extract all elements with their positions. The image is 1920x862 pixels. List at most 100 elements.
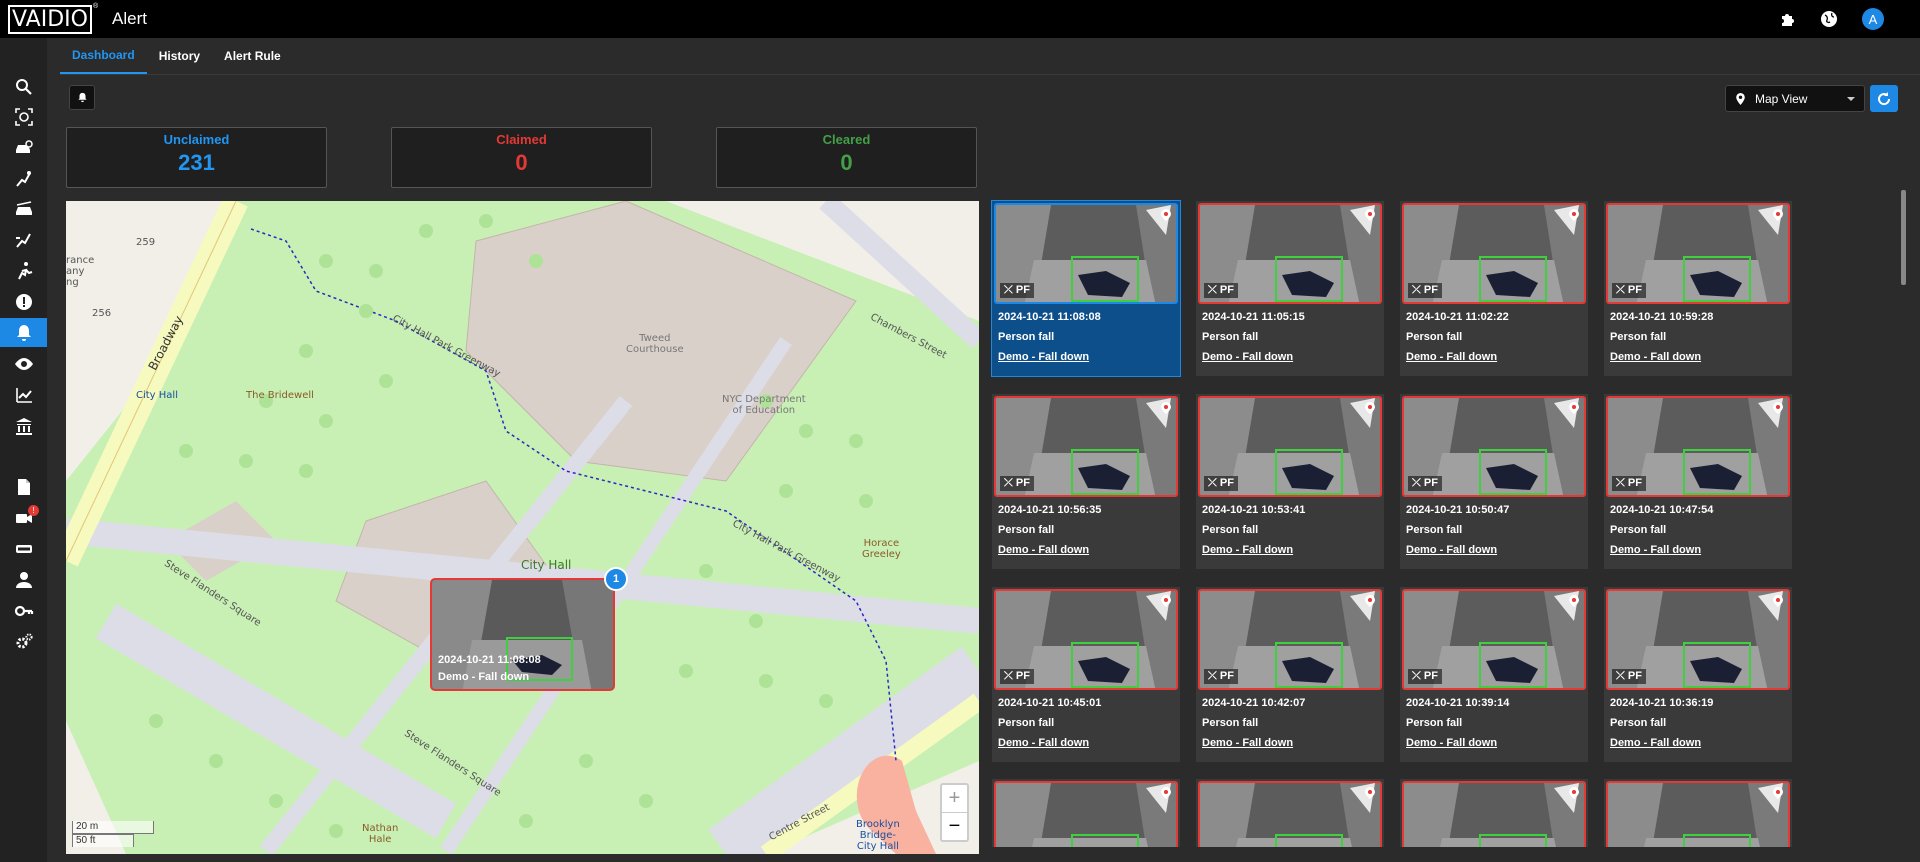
alert-timestamp: 2024-10-21 10:36:19 xyxy=(1610,697,1714,709)
sidebar-item-bank[interactable] xyxy=(0,411,47,440)
alert-tag: ⤫ PF xyxy=(1612,669,1646,684)
alert-thumbnail[interactable]: ⤫ PF xyxy=(1198,396,1382,497)
alert-thumbnail[interactable]: ⤫ PF xyxy=(994,396,1178,497)
fall-icon: ⤫ xyxy=(1616,284,1628,296)
zoom-out-button[interactable]: − xyxy=(942,812,967,839)
bell-icon xyxy=(16,324,31,341)
alert-card[interactable]: ⤫ PF 2024-10-21 11:02:22 Person fall Demo -… xyxy=(1400,201,1588,376)
vaidio-logo[interactable]: VAIDIO xyxy=(8,5,92,34)
alert-thumbnail[interactable]: ⤫ PF xyxy=(1402,589,1586,690)
registered-mark: ® xyxy=(93,3,99,10)
alert-thumbnail[interactable]: ⤫ PF xyxy=(1198,589,1382,690)
alert-card[interactable]: ⤫ PF 2024-10-21 10:47:54 Person fall Demo -… xyxy=(1604,394,1792,569)
alert-camera-link[interactable]: Demo - Fall down xyxy=(1610,737,1701,749)
sidebar-item-eye[interactable] xyxy=(0,349,47,378)
sidebar-item-person-motion[interactable] xyxy=(0,225,47,254)
alert-camera-link[interactable]: Demo - Fall down xyxy=(1406,737,1497,749)
alert-thumbnail[interactable]: ⤫ PF xyxy=(994,203,1178,304)
stat-unclaimed[interactable]: Unclaimed 231 xyxy=(66,127,327,188)
alert-card[interactable]: ⤫ PF 2024-10-21 10:36:19 Person fall Demo -… xyxy=(1604,587,1792,762)
alert-camera-link[interactable]: Demo - Fall down xyxy=(998,351,1089,363)
alert-card[interactable] xyxy=(1196,779,1384,847)
location-pin-icon xyxy=(1161,402,1171,414)
alert-card[interactable] xyxy=(1604,779,1792,847)
zoom-in-button[interactable]: + xyxy=(942,785,967,812)
alert-thumbnail[interactable] xyxy=(1198,781,1382,847)
alert-card[interactable] xyxy=(1400,779,1588,847)
alert-camera-link[interactable]: Demo - Fall down xyxy=(1610,544,1701,556)
alert-card[interactable]: ⤫ PF 2024-10-21 10:42:07 Person fall Demo -… xyxy=(1196,587,1384,762)
alert-camera-link[interactable]: Demo - Fall down xyxy=(998,544,1089,556)
alert-camera-link[interactable]: Demo - Fall down xyxy=(1202,351,1293,363)
tab-alert-rule[interactable]: Alert Rule xyxy=(212,38,293,74)
stat-cleared[interactable]: Cleared 0 xyxy=(716,127,977,188)
alert-timestamp: 2024-10-21 11:05:15 xyxy=(1202,311,1305,323)
location-pin-icon xyxy=(1161,209,1171,221)
sidebar-item-document[interactable] xyxy=(0,472,47,501)
grid-scrollbar[interactable] xyxy=(1901,190,1906,285)
alert-card[interactable]: ⤫ PF 2024-10-21 11:05:15 Person fall Demo -… xyxy=(1196,201,1384,376)
tab-history[interactable]: History xyxy=(147,38,212,74)
cluster-count-badge[interactable]: 1 xyxy=(604,567,628,591)
alert-type: Person fall xyxy=(1610,331,1667,343)
alert-thumbnail[interactable]: ⤫ PF xyxy=(1606,396,1790,497)
sidebar-item-bell[interactable] xyxy=(0,318,47,347)
alert-thumbnail[interactable]: ⤫ PF xyxy=(1198,203,1382,304)
alert-type: Person fall xyxy=(1202,717,1259,729)
alert-thumbnail[interactable] xyxy=(1606,781,1790,847)
notification-toggle-button[interactable] xyxy=(69,85,95,110)
alert-camera-link[interactable]: Demo - Fall down xyxy=(1406,351,1497,363)
alert-type: Person fall xyxy=(1610,524,1667,536)
alert-camera-link[interactable]: Demo - Fall down xyxy=(1202,737,1293,749)
refresh-button[interactable] xyxy=(1870,85,1898,112)
alert-thumbnail[interactable]: ⤫ PF xyxy=(1606,203,1790,304)
tab-bar: Dashboard History Alert Rule xyxy=(60,38,293,74)
puzzle-icon[interactable] xyxy=(1778,9,1798,29)
alert-map[interactable]: City Hall Park Greenway City Hall Park G… xyxy=(66,201,979,854)
sidebar-item-camera[interactable]: ! xyxy=(0,503,47,532)
alert-card[interactable]: ⤫ PF 2024-10-21 10:59:28 Person fall Demo -… xyxy=(1604,201,1792,376)
sidebar-item-settings[interactable] xyxy=(0,627,47,656)
sidebar-item-user[interactable] xyxy=(0,565,47,594)
alert-type: Person fall xyxy=(998,524,1055,536)
document-icon xyxy=(17,478,30,495)
alert-camera-link[interactable]: Demo - Fall down xyxy=(1406,544,1497,556)
view-mode-select[interactable]: Map View xyxy=(1725,85,1865,112)
alert-thumbnail[interactable]: ⤫ PF xyxy=(994,589,1178,690)
alert-card[interactable]: ⤫ PF 2024-10-21 10:39:14 Person fall Demo -… xyxy=(1400,587,1588,762)
alert-camera-link[interactable]: Demo - Fall down xyxy=(1610,351,1701,363)
alert-card[interactable] xyxy=(992,779,1180,847)
sidebar-item-person-running[interactable] xyxy=(0,256,47,285)
sidebar-item-car[interactable] xyxy=(0,194,47,223)
map-alert-popup[interactable]: 2024-10-21 11:08:08 Demo - Fall down xyxy=(430,578,615,691)
alert-thumbnail[interactable] xyxy=(994,781,1178,847)
alert-card[interactable]: ⤫ PF 2024-10-21 10:50:47 Person fall Demo -… xyxy=(1400,394,1588,569)
tab-dashboard[interactable]: Dashboard xyxy=(60,38,147,74)
alert-camera-link[interactable]: Demo - Fall down xyxy=(1202,544,1293,556)
fall-icon: ⤫ xyxy=(1412,477,1424,489)
sidebar-item-search[interactable] xyxy=(0,72,47,101)
alert-card[interactable]: ⤫ PF 2024-10-21 10:56:35 Person fall Demo -… xyxy=(992,394,1180,569)
alert-card[interactable]: ⤫ PF 2024-10-21 10:53:41 Person fall Demo -… xyxy=(1196,394,1384,569)
app-title: Alert xyxy=(112,9,147,28)
alert-card[interactable]: ⤫ PF 2024-10-21 10:45:01 Person fall Demo -… xyxy=(992,587,1180,762)
alert-thumbnail[interactable]: ⤫ PF xyxy=(1402,203,1586,304)
map-label-insurance: rance any ng xyxy=(66,255,95,288)
sidebar-item-license[interactable] xyxy=(0,534,47,563)
alert-thumbnail[interactable]: ⤫ PF xyxy=(1402,396,1586,497)
sidebar-item-face-scan[interactable] xyxy=(0,102,47,131)
globe-icon[interactable] xyxy=(1819,9,1839,29)
sidebar-item-exclamation[interactable] xyxy=(0,287,47,316)
alert-timestamp: 2024-10-21 11:08:08 xyxy=(998,311,1101,323)
sidebar-item-chart[interactable] xyxy=(0,380,47,409)
user-avatar[interactable]: A xyxy=(1862,8,1884,30)
sidebar-item-run[interactable] xyxy=(0,164,47,193)
alert-thumbnail[interactable] xyxy=(1402,781,1586,847)
stat-claimed[interactable]: Claimed 0 xyxy=(391,127,652,188)
sidebar-item-vehicle-search[interactable] xyxy=(0,133,47,162)
alert-thumbnail[interactable]: ⤫ PF xyxy=(1606,589,1790,690)
alert-card[interactable]: ⤫ PF 2024-10-21 11:08:08 Person fall Demo -… xyxy=(991,200,1181,377)
alert-camera-link[interactable]: Demo - Fall down xyxy=(998,737,1089,749)
sidebar-item-key[interactable] xyxy=(0,596,47,625)
top-bar: VAIDIO ® Alert A xyxy=(0,0,1920,38)
